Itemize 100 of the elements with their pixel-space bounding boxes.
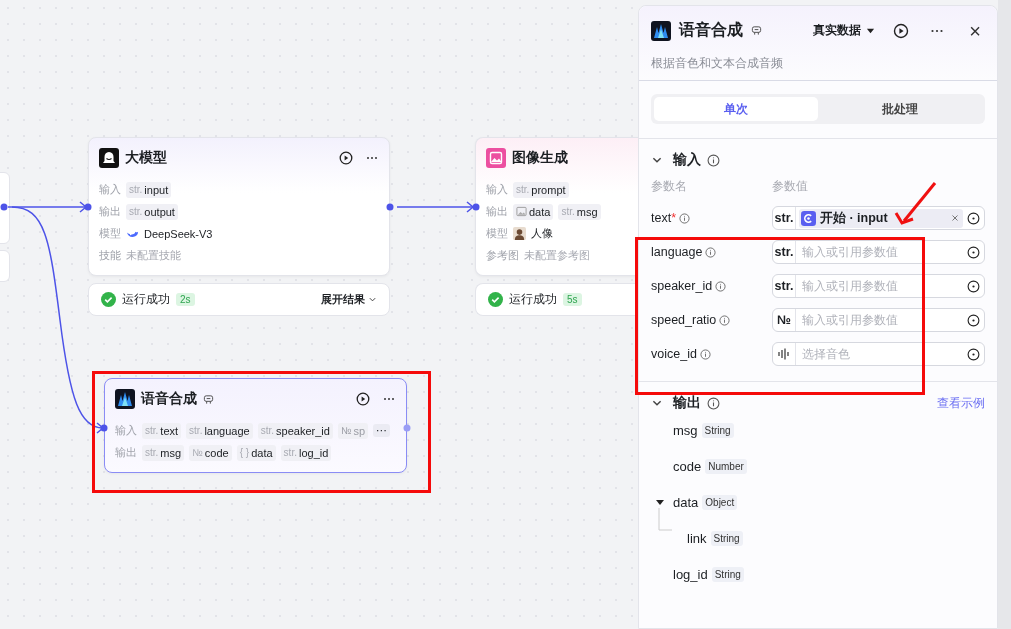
info-icon bbox=[705, 246, 717, 258]
param-name: speed_ratio bbox=[651, 313, 717, 327]
param-chip: str. prompt bbox=[513, 181, 569, 198]
model-name: 人像 bbox=[531, 226, 553, 241]
info-icon bbox=[707, 153, 720, 167]
example-link[interactable]: 查看示例 bbox=[937, 394, 985, 412]
field-name: log_id bbox=[673, 566, 708, 582]
row-label: 技能 bbox=[99, 248, 121, 263]
data-source-dropdown[interactable]: 真实数据 bbox=[813, 22, 876, 39]
column-header: 参数名 bbox=[651, 178, 688, 195]
variable-icon[interactable] bbox=[967, 279, 980, 293]
row-label: 模型 bbox=[99, 226, 121, 241]
type-label: str. bbox=[773, 275, 796, 297]
caret-icon bbox=[866, 26, 876, 35]
row-label: 输入 bbox=[486, 182, 508, 197]
info-icon bbox=[719, 314, 731, 326]
input-field[interactable]: str. 输入或引用参数值 bbox=[772, 274, 985, 298]
input-field[interactable]: № 输入或引用参数值 bbox=[772, 308, 985, 332]
row-label: 输入 bbox=[99, 182, 121, 197]
play-icon[interactable] bbox=[339, 151, 353, 165]
port-dot[interactable] bbox=[0, 203, 8, 211]
param-chip: str. output bbox=[126, 203, 178, 220]
row-value: 未配置技能 bbox=[126, 248, 181, 263]
row-label: 参考图 bbox=[486, 248, 519, 263]
text-input[interactable]: 输入或引用参数值 bbox=[796, 313, 967, 327]
param-chip: str. input bbox=[126, 181, 172, 198]
panel-title: 语音合成 bbox=[679, 20, 743, 40]
node-card[interactable]: 图像生成 输入 str. prompt 输出 data str. msg 模型 人像 参考图 未配置参考图 bbox=[475, 137, 638, 276]
input-field[interactable]: str. 输入或引用参数值 bbox=[772, 240, 985, 264]
param-name: language bbox=[651, 245, 703, 259]
param-chip: { } data bbox=[236, 444, 276, 461]
node-card[interactable]: 大模型 输入 str. input 输出 str. output 模型 DeepSeek-V3 技能 未配置技能 bbox=[88, 137, 390, 276]
node-title: 图像生成 bbox=[512, 149, 568, 167]
type-tag: Number bbox=[705, 458, 747, 474]
tab[interactable]: 批处理 bbox=[818, 97, 982, 121]
row-label: 模型 bbox=[486, 226, 508, 241]
variable-icon[interactable] bbox=[967, 211, 980, 225]
type-label: № bbox=[773, 309, 796, 331]
panel-description: 根据音色和文本合成音频 bbox=[651, 55, 784, 72]
play-icon[interactable] bbox=[893, 22, 910, 39]
node-title: 大模型 bbox=[125, 149, 167, 167]
variable-icon[interactable] bbox=[967, 313, 980, 327]
field-name: link bbox=[687, 530, 707, 546]
port-dot[interactable] bbox=[472, 203, 480, 211]
param-name: speaker_id bbox=[651, 279, 713, 293]
type-label: str. bbox=[773, 241, 796, 263]
node-title: 语音合成 bbox=[141, 390, 197, 408]
waveform-icon bbox=[115, 389, 135, 409]
port-dot[interactable] bbox=[386, 203, 394, 211]
text-input[interactable]: 输入或引用参数值 bbox=[796, 279, 967, 293]
expand-button[interactable]: 展开结果 bbox=[321, 292, 377, 307]
variable-icon[interactable] bbox=[967, 347, 980, 361]
play-icon[interactable] bbox=[356, 392, 370, 406]
row-label: 输入 bbox=[115, 423, 137, 438]
avatar-icon bbox=[513, 227, 526, 240]
duration-tag: 2s bbox=[176, 293, 195, 306]
info-icon bbox=[679, 212, 691, 224]
text-input[interactable]: 选择音色 bbox=[796, 347, 967, 361]
check-icon bbox=[101, 292, 116, 307]
chevron-icon bbox=[368, 295, 377, 304]
triangle-icon[interactable] bbox=[655, 497, 665, 507]
info-icon bbox=[699, 348, 711, 360]
status-text: 运行成功 bbox=[509, 291, 557, 308]
param-chip: str. text bbox=[142, 422, 182, 439]
column-header: 参数值 bbox=[772, 178, 809, 195]
row-label: 输出 bbox=[99, 204, 121, 219]
row-value: 未配置参考图 bbox=[524, 248, 590, 263]
start-icon bbox=[801, 210, 816, 226]
duration-tag: 5s bbox=[563, 293, 582, 306]
status-text: 运行成功 bbox=[122, 291, 170, 308]
port-dot[interactable] bbox=[403, 424, 411, 432]
section-title: 输入 bbox=[673, 151, 701, 169]
param-chip: str. msg bbox=[558, 203, 601, 220]
image-icon bbox=[486, 148, 506, 168]
param-chip: № sp bbox=[337, 422, 368, 439]
type-label: str. bbox=[773, 207, 796, 229]
field-name: data bbox=[673, 494, 699, 510]
type-tag: Object bbox=[702, 494, 738, 510]
ghost-icon bbox=[99, 148, 119, 168]
field-name: code bbox=[673, 458, 702, 474]
info-icon bbox=[707, 396, 720, 410]
annotation-arrow bbox=[894, 182, 937, 225]
tab[interactable]: 单次 bbox=[654, 97, 818, 121]
port-dot[interactable] bbox=[100, 424, 108, 432]
reference-chip[interactable]: 开始 · input bbox=[799, 208, 963, 228]
close-button[interactable]: × bbox=[965, 20, 985, 41]
variable-icon[interactable] bbox=[967, 245, 980, 259]
row-label: 输出 bbox=[115, 445, 137, 460]
node-card[interactable]: 语音合成 输入 str. text str. language str. speaker_id № sp ⋯ 输出 str. msg № code { } data str. log_id bbox=[104, 378, 407, 473]
port-dot[interactable] bbox=[84, 203, 92, 211]
clear-icon[interactable] bbox=[951, 214, 959, 222]
param-chip: str. speaker_id bbox=[257, 422, 333, 439]
input-field[interactable]: str. 开始 · input bbox=[772, 206, 985, 230]
row-label: 输出 bbox=[486, 204, 508, 219]
param-chip: № code bbox=[189, 444, 232, 461]
input-field[interactable]: 选择音色 bbox=[772, 342, 985, 366]
param-chip: str. log_id bbox=[280, 444, 332, 461]
text-input[interactable]: 输入或引用参数值 bbox=[796, 245, 967, 259]
more-button[interactable]: ⋯ bbox=[372, 424, 390, 437]
param-name: voice_id bbox=[651, 347, 697, 361]
